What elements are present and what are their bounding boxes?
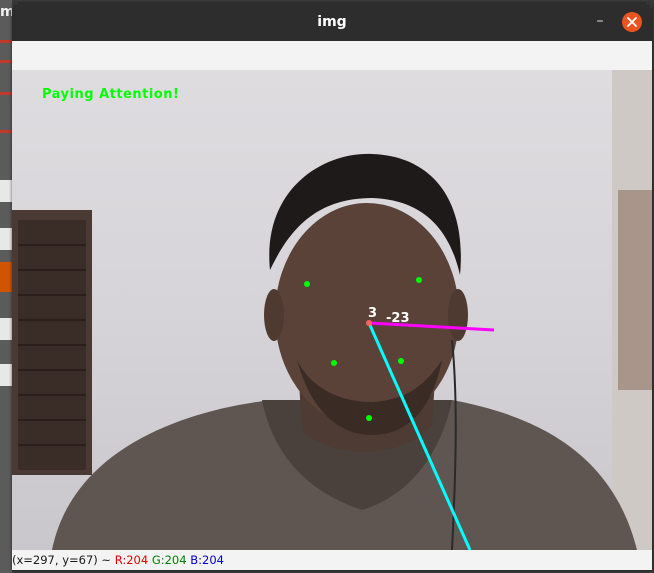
close-button[interactable]: [622, 12, 642, 32]
background-app-mark: [0, 92, 12, 95]
title-bar[interactable]: img –: [12, 3, 652, 41]
landmark-right-mouth: [398, 358, 404, 364]
head-angle-x: 3: [368, 306, 378, 321]
minimize-button[interactable]: –: [590, 12, 610, 32]
python-file-icon: [0, 180, 12, 202]
landmark-left-eye: [304, 281, 310, 287]
python-file-icon: [0, 364, 12, 386]
pixel-red-value: R:204: [114, 553, 149, 567]
window-title: img: [317, 14, 347, 30]
document-icon: [0, 318, 12, 340]
landmark-right-eye: [416, 277, 422, 283]
close-icon: [627, 17, 637, 27]
python-file-icon: [0, 228, 12, 250]
background-app-icon: [0, 262, 12, 292]
image-window: img – Paying Attention! 3 -23 (x=297, y=…: [12, 3, 652, 570]
toolbar-area: [12, 41, 652, 71]
background-app-strip: m: [0, 0, 15, 573]
landmark-left-mouth: [331, 360, 337, 366]
status-bar: (x=297, y=67) ~ R:204 G:204 B:204: [12, 550, 652, 570]
landmark-chin: [366, 415, 372, 421]
background-app-mark: [0, 130, 12, 133]
pixel-blue-value: B:204: [190, 553, 224, 567]
door-frame: [618, 190, 652, 390]
head-angle-y: -23: [386, 311, 410, 326]
background-app-mark: [0, 40, 12, 43]
cursor-coordinates: (x=297, y=67) ~: [12, 553, 112, 567]
image-canvas[interactable]: Paying Attention! 3 -23: [12, 70, 652, 550]
attention-status-text: Paying Attention!: [42, 87, 180, 102]
pixel-green-value: G:204: [151, 553, 187, 567]
left-ear: [264, 289, 284, 341]
right-ear: [448, 289, 468, 341]
background-app-mark: [0, 60, 12, 63]
camera-frame: [12, 70, 652, 550]
